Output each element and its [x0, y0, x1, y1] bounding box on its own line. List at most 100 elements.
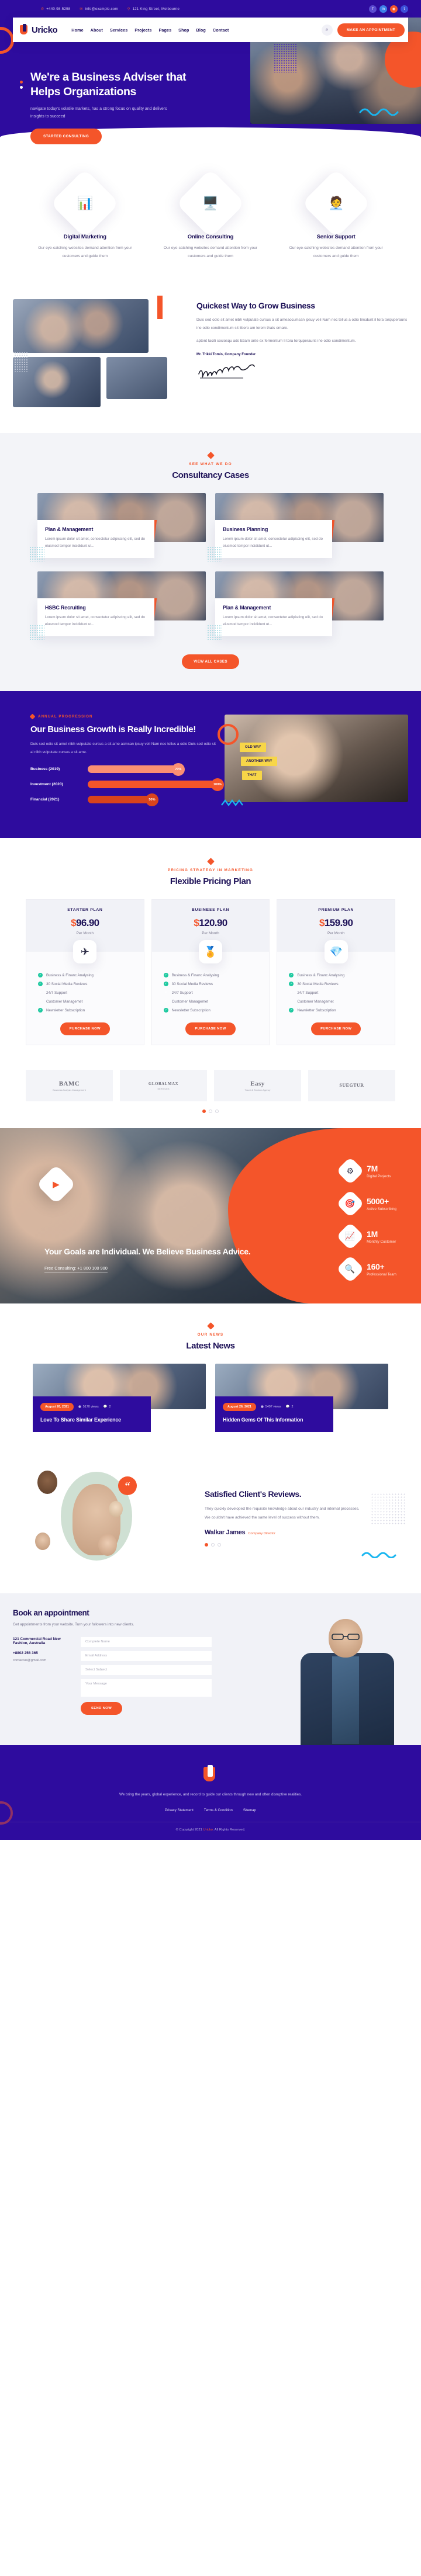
person-shirt — [332, 1656, 359, 1745]
case-card[interactable]: Plan & Management Lorem ipsum dolor sit … — [207, 571, 384, 640]
case-card[interactable]: Business Planning Lorem ipsum dolor sit … — [207, 493, 384, 562]
grow-content: Quickest Way to Grow Business Duis sed o… — [196, 296, 408, 383]
view-all-cases-button[interactable]: VIEW ALL CASES — [182, 654, 239, 669]
hero-title: We're a Business Adviser that Helps Orga… — [30, 71, 187, 98]
plan-name: PREMIUM PLAN — [318, 908, 354, 913]
linkedin-icon[interactable]: in — [379, 5, 387, 13]
purchase-now-button[interactable]: PURCHASE NOW — [60, 1022, 110, 1036]
appointment-form: Complete Name Email Address Select Subje… — [81, 1637, 212, 1715]
appointment-title: Book an appointment — [13, 1608, 89, 1618]
cases-grid: Plan & Management Lorem ipsum dolor sit … — [0, 480, 421, 562]
make-appointment-button[interactable]: MAKE AN APPOINTMENT — [337, 23, 405, 37]
subject-select[interactable]: Select Subject — [81, 1665, 212, 1675]
menu-item-services[interactable]: Services — [110, 27, 127, 33]
menu-item-blog[interactable]: Blog — [196, 27, 206, 33]
news-post-title[interactable]: Hidden Gems Of This Information — [223, 1416, 326, 1424]
carousel-dot-2[interactable] — [209, 1110, 212, 1114]
latest-news-section: OUR NEWS Latest News August 26, 2021 ◉ 5… — [0, 1303, 421, 1454]
carousel-dot-2[interactable] — [211, 1542, 215, 1547]
news-post-title[interactable]: Love To Share Similar Experience — [40, 1416, 143, 1424]
news-comments-count: 2 — [291, 1405, 294, 1409]
purchase-now-button[interactable]: PURCHASE NOW — [185, 1022, 236, 1036]
menu-item-about[interactable]: About — [91, 27, 103, 33]
news-views-text: 5170 views — [82, 1405, 99, 1409]
service-card-senior-support[interactable]: 🧑‍💼 Senior Support Our eye-catching webs… — [274, 168, 398, 261]
plan-feature-label: 30 Social Media Reviews — [297, 982, 339, 986]
footer-link-privacy[interactable]: Privacy Statement — [165, 1809, 194, 1812]
topbar-email[interactable]: ✉ info@example.com — [80, 7, 118, 11]
news-date-badge: August 26, 2021 — [40, 1403, 74, 1412]
brand-logo[interactable]: Uricko — [20, 24, 58, 36]
facebook-icon[interactable]: f — [369, 5, 377, 13]
email-field[interactable]: Email Address — [81, 1651, 212, 1661]
plan-feature: ✓ Business & Financ Analysing — [163, 973, 258, 978]
carousel-dot-3[interactable] — [218, 1542, 221, 1547]
plan-price: $159.90 — [277, 917, 395, 929]
navigation-bar: Uricko Home About Services Projects Page… — [13, 18, 408, 42]
appointment-contact-block: +8802 256 365 contactus@gmail.com — [13, 1651, 74, 1664]
comment-icon: 💬 — [285, 1405, 290, 1409]
menu-item-home[interactable]: Home — [71, 27, 83, 33]
carousel-dot-3[interactable] — [215, 1110, 219, 1114]
pricing-card-premium[interactable]: PREMIUM PLAN $159.90 Per Month 💎 ✓ Busine… — [277, 899, 396, 1046]
send-now-button[interactable]: SEND NOW — [81, 1701, 123, 1715]
progress-bar-row: Investment (2020) 100% — [30, 778, 224, 791]
news-heading: OUR NEWS Latest News — [0, 1322, 421, 1351]
free-consulting-phone[interactable]: Free Consulting: +1 800 100 900 — [44, 1266, 108, 1274]
brand-logo-easy[interactable]: Easy Travel & Tourism Agency — [214, 1070, 301, 1102]
case-dot-grid — [207, 546, 222, 562]
case-card[interactable]: HSBC Recruiting Lorem ipsum dolor sit am… — [29, 571, 206, 640]
carousel-dot-1[interactable] — [205, 1542, 208, 1547]
pricing-title: Flexible Pricing Plan — [170, 876, 251, 887]
search-icon[interactable]: ⌕ — [321, 24, 333, 36]
menu-item-contact[interactable]: Contact — [213, 27, 229, 33]
news-comments: 💬 2 — [103, 1405, 111, 1409]
menu-item-pages[interactable]: Pages — [158, 27, 171, 33]
counter-monthly-customer: 📈 1M Monthly Customer — [336, 1222, 396, 1251]
footer-link-sitemap[interactable]: Sitemap — [243, 1809, 256, 1812]
magnifier-icon: 🔍 — [345, 1264, 356, 1274]
check-icon: ✓ — [38, 973, 43, 978]
plan-currency: $ — [71, 917, 76, 929]
message-textarea[interactable]: Your Message — [81, 1679, 212, 1697]
case-card[interactable]: Plan & Management Lorem ipsum dolor sit … — [29, 493, 206, 562]
topbar-phone[interactable]: ✆ +440-98-5298 — [41, 7, 70, 11]
footer-link-terms[interactable]: Terms & Condition — [204, 1809, 233, 1812]
purchase-now-button[interactable]: PURCHASE NOW — [311, 1022, 361, 1036]
grow-image-primary — [13, 299, 149, 353]
topbar-phone-text: +440-98-5298 — [46, 6, 71, 11]
growth-note-3: THAT — [242, 770, 262, 780]
menu-item-projects[interactable]: Projects — [134, 27, 151, 33]
brand-logo-globalmax[interactable]: GLOBALMAX SERVICES — [120, 1070, 207, 1102]
brand-logo-suegtur[interactable]: SUEGTUR — [308, 1070, 395, 1102]
pricing-card-starter[interactable]: STARTER PLAN $96.90 Per Month ✈ ✓ Busines… — [26, 899, 144, 1046]
eye-icon: ◉ — [78, 1405, 81, 1409]
instagram-icon[interactable]: ◉ — [390, 5, 398, 13]
service-card-digital-marketing[interactable]: 📊 Digital Marketing Our eye-catching web… — [23, 168, 147, 261]
case-text: Lorem ipsum dolor sit amet, consectetur … — [223, 536, 323, 549]
growth-zigzag-decoration — [221, 799, 243, 807]
copyright-post: . All Rights Reserved. — [212, 1828, 246, 1832]
footer: We bring the years, global experience, a… — [0, 1745, 421, 1840]
twitter-icon[interactable]: t — [401, 5, 408, 13]
appointment-content: Book an appointment Get appointments fro… — [13, 1608, 212, 1715]
brand-carousel-dots — [26, 1110, 395, 1114]
pricing-card-business[interactable]: BUSINESS PLAN $120.90 Per Month 🏅 ✓ Busin… — [151, 899, 270, 1046]
brand-logo-bamc[interactable]: BAMC Business Analysis Management — [26, 1070, 113, 1102]
carousel-dot-1[interactable] — [202, 1110, 206, 1114]
service-diamond-shape: 🧑‍💼 — [301, 168, 371, 238]
service-card-online-consulting[interactable]: 🖥️ Online Consulting Our eye-catching we… — [149, 168, 272, 261]
name-field[interactable]: Complete Name — [81, 1637, 212, 1647]
news-card[interactable]: August 26, 2021 ◉ 5170 views 💬 2 Love To… — [33, 1364, 206, 1433]
hero-wave-decoration — [359, 108, 399, 116]
menu-item-shop[interactable]: Shop — [178, 27, 189, 33]
presentation-icon-wrapper: 📈 — [336, 1222, 365, 1251]
footer-copyright: © Copyright 2021 Uricko. All Rights Rese… — [0, 1822, 421, 1840]
plan-feature: ✓ 30 Social Media Reviews — [38, 982, 132, 987]
footer-logo-icon[interactable] — [203, 1765, 218, 1783]
news-card[interactable]: August 26, 2021 ◉ 5407 views 💬 2 Hidden … — [215, 1364, 388, 1433]
started-consulting-button[interactable]: STARTED CONSULTING — [30, 128, 102, 144]
growth-note-1: OLD WAY — [240, 742, 267, 752]
service-diamond-shape: 📊 — [50, 168, 120, 238]
plan-feature-label: Customer Managemet — [297, 999, 334, 1004]
